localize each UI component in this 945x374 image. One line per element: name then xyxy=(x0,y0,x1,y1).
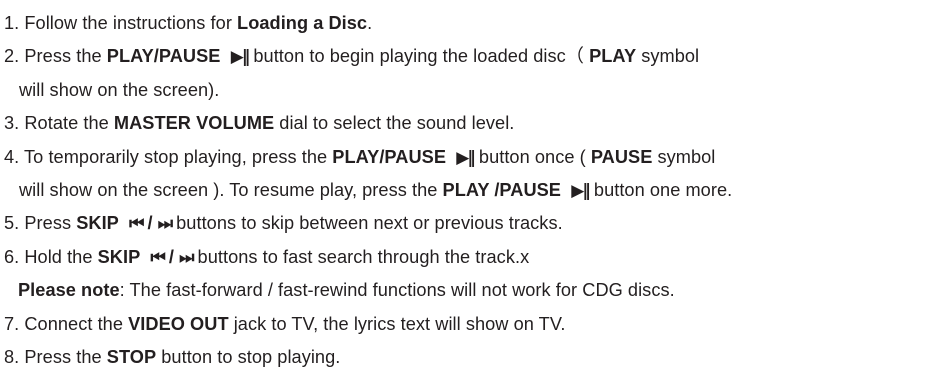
bold-text: MASTER VOLUME xyxy=(113,113,275,134)
text: will show on the screen). xyxy=(19,79,220,100)
instructions-page: 1. Follow the instructions for Loading a… xyxy=(0,0,945,367)
text: 7. Connect the xyxy=(4,313,129,334)
text: 4. To temporarily stop playing, press th… xyxy=(4,146,333,167)
text: button one more. xyxy=(588,179,733,200)
text: 2. Press the xyxy=(4,46,107,67)
instruction-line-8: 6. Hold the SKIP ⏮ / ⏭ buttons to fast s… xyxy=(4,241,945,274)
text: . xyxy=(367,13,373,33)
bold-text: PLAY/PAUSE xyxy=(106,46,221,67)
text: symbol xyxy=(636,46,700,67)
instruction-note-line: Please note: The fast-forward / fast-rew… xyxy=(4,274,945,307)
text: button once ( xyxy=(473,146,591,167)
text: will show on the screen ). To resume pla… xyxy=(19,179,443,200)
text: dial to select the sound level. xyxy=(274,113,515,134)
skip-previous-icon: ⏮ xyxy=(129,214,144,235)
instruction-line-7: 5. Press SKIP ⏮ / ⏭ buttons to skip betw… xyxy=(4,207,945,240)
text: 5. Press xyxy=(4,213,77,234)
bold-text: Please note xyxy=(18,280,120,301)
bold-text: STOP xyxy=(106,346,157,367)
instruction-line-3: will show on the screen). xyxy=(4,74,945,107)
bold-text: PLAY/PAUSE xyxy=(332,146,446,167)
bold-text: PAUSE xyxy=(590,146,653,167)
instruction-line-11: 8. Press the STOP button to stop playing… xyxy=(4,341,945,374)
skip-next-icon: ⏭ xyxy=(157,214,173,235)
text: jack to TV, the lyrics text will show on… xyxy=(228,313,566,334)
skip-next-icon: ⏭ xyxy=(179,247,194,268)
instruction-line-6: will show on the screen ). To resume pla… xyxy=(4,174,945,207)
bold-text: PLAY xyxy=(589,46,637,67)
instruction-line-1: 1. Follow the instructions for Loading a… xyxy=(4,7,945,40)
bold-text: Loading a Disc xyxy=(237,13,368,33)
separator: / xyxy=(142,213,158,234)
text: 1. Follow the instructions for xyxy=(4,13,238,33)
instruction-line-4: 3. Rotate the MASTER VOLUME dial to sele… xyxy=(4,107,945,140)
text: button to begin playing the loaded disc（ xyxy=(248,46,590,67)
text: 6. Hold the xyxy=(4,246,98,267)
bold-text: PLAY /PAUSE xyxy=(442,179,561,200)
play-pause-icon: ▶‖ xyxy=(456,147,476,168)
bold-text: SKIP xyxy=(97,246,141,267)
text: buttons to skip between next or previous… xyxy=(171,213,563,234)
text: buttons to fast search through the track… xyxy=(192,246,530,267)
text: symbol xyxy=(652,146,716,167)
instruction-line-5: 4. To temporarily stop playing, press th… xyxy=(4,141,945,174)
text: : The fast-forward / fast-rewind functio… xyxy=(119,280,675,301)
bold-text: SKIP xyxy=(76,213,119,234)
text: 3. Rotate the xyxy=(4,113,114,134)
text: 8. Press the xyxy=(4,346,107,367)
skip-previous-icon: ⏮ xyxy=(150,247,166,268)
play-pause-icon: ▶‖ xyxy=(571,180,591,201)
play-pause-icon: ▶‖ xyxy=(230,47,251,68)
separator: / xyxy=(163,246,180,267)
instruction-line-2: 2. Press the PLAY/PAUSE ▶‖ button to beg… xyxy=(4,40,945,73)
instruction-line-10: 7. Connect the VIDEO OUT jack to TV, the… xyxy=(4,308,945,341)
bold-text: VIDEO OUT xyxy=(128,313,229,334)
text: button to stop playing. xyxy=(156,346,341,367)
